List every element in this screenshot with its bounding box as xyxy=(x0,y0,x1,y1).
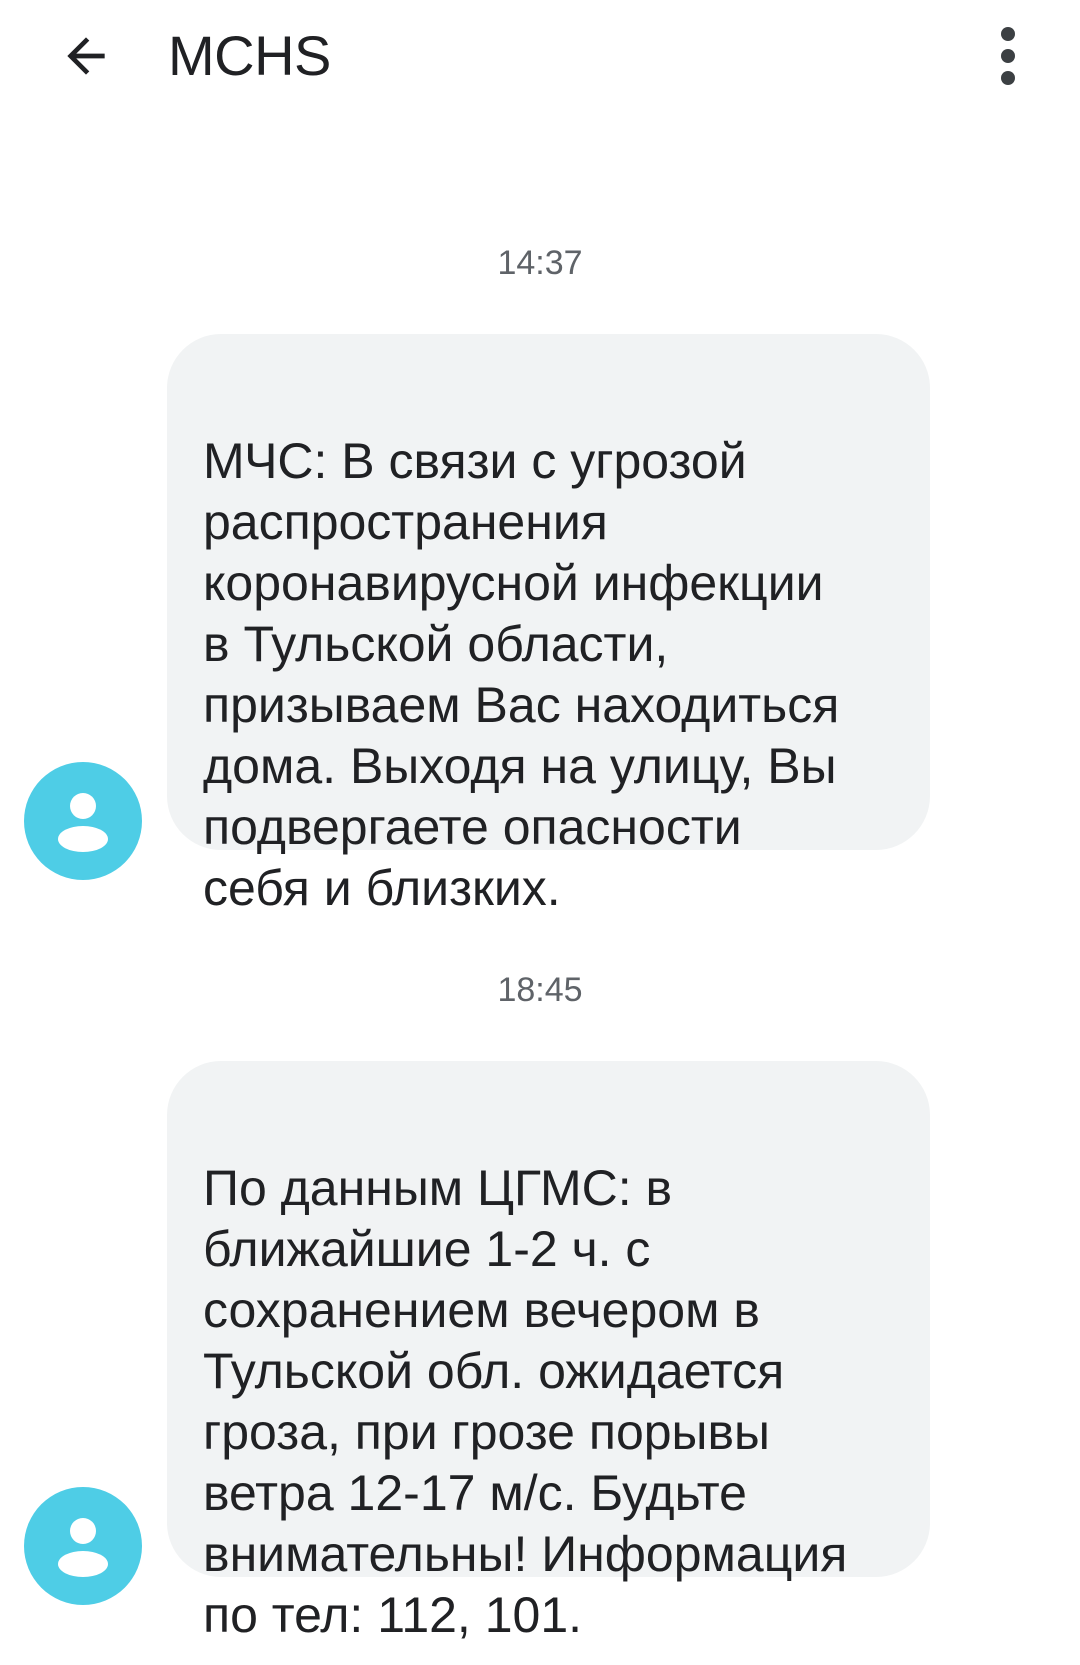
message-text: По данным ЦГМС: в ближайшие 1-2 ч. с сох… xyxy=(203,1160,848,1643)
person-icon xyxy=(58,793,108,852)
sender-avatar[interactable] xyxy=(24,1487,142,1605)
message-bubble[interactable]: МЧС: В связи с угрозой распространения к… xyxy=(167,334,930,916)
sender-avatar[interactable] xyxy=(24,762,142,880)
more-options-button[interactable] xyxy=(976,16,1040,96)
app-bar: MCHS xyxy=(0,0,1080,112)
person-icon xyxy=(58,1518,108,1577)
more-vert-icon xyxy=(1001,27,1015,85)
conversation-title: MCHS xyxy=(168,24,331,87)
back-button[interactable] xyxy=(46,16,126,96)
message-timestamp: 18:45 xyxy=(497,971,583,1009)
message-bubble[interactable]: По данным ЦГМС: в ближайшие 1-2 ч. с сох… xyxy=(167,1061,930,1643)
message-text: МЧС: В связи с угрозой распространения к… xyxy=(203,433,840,916)
message-timestamp: 14:37 xyxy=(497,244,583,282)
arrow-back-icon xyxy=(67,37,105,75)
